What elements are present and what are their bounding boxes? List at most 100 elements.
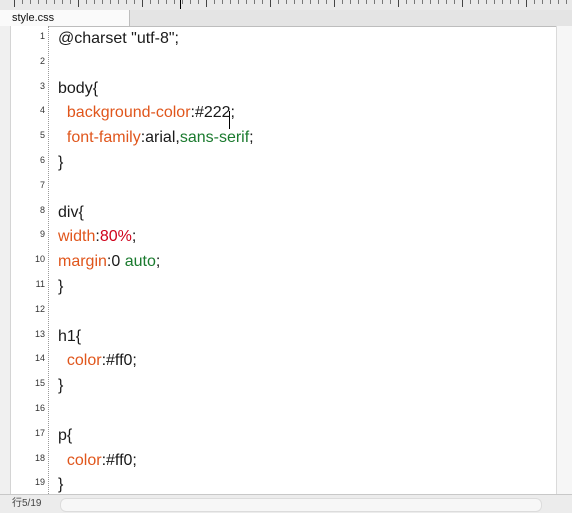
ruler-tick [246,0,247,4]
ruler-tick [142,0,143,7]
code-token: font-family [66,129,141,147]
line-number: 18 [34,452,45,463]
ruler-tick [294,0,295,4]
ruler-tick [70,0,71,4]
ruler-tick [238,0,239,4]
ruler-tick [350,0,351,4]
code-token: color [66,352,102,370]
ruler-tick [454,0,455,4]
line-number: 10 [34,254,45,265]
ruler-tick [318,0,319,4]
ruler-tick [534,0,535,4]
tab-style-css[interactable]: style.css [0,10,130,26]
code-token: auto [124,253,156,271]
code-token: } [58,377,64,395]
ruler-tick [214,0,215,4]
code-line: div{ [58,203,84,223]
ruler-tick [78,0,79,7]
ruler-tick [510,0,511,4]
status-bar: 行5/19 [0,494,572,513]
code-line: width:80%; [58,227,136,247]
ruler-tick [382,0,383,4]
code-token: ; [131,228,137,246]
ruler-tick [22,0,23,4]
ruler-tick [230,0,231,4]
code-token: body{ [58,79,99,97]
ruler-tick [398,0,399,7]
ruler-tick [190,0,191,4]
ruler-tick [14,0,15,7]
left-margin-strip [0,26,11,494]
code-token: ; [155,253,161,271]
ruler-tick [222,0,223,4]
ruler-tick [430,0,431,4]
line-number: 3 [39,80,45,91]
ruler-tick [166,0,167,4]
code-token: p{ [58,426,73,444]
code-token: margin [58,253,107,271]
code-line: } [58,475,63,495]
code-line: } [58,277,63,297]
ruler-tick [126,0,127,4]
ruler-tick [286,0,287,4]
ruler-tick [470,0,471,4]
line-number: 5 [39,130,45,141]
ruler-tick [526,0,527,7]
line-number: 4 [39,105,45,116]
code-line: font-family:arial,sans-serif; [58,128,254,148]
ruler-tick [134,0,135,4]
cursor-position: 行5/19 [12,498,42,509]
code-token: } [58,154,64,171]
code-token: :arial, [140,129,180,147]
ruler-tick [110,0,111,4]
line-number: 1 [39,31,45,41]
code-token: 80% [99,228,132,246]
ruler-tick [86,0,87,4]
code-token: } [58,278,64,295]
code-line: margin:0 auto; [58,252,160,272]
ruler-tick [54,0,55,4]
ruler-tick [38,0,39,4]
line-number-gutter: 1 2 3 4 5 6 7 8 9 10 11 12 13 14 15 16 17 18 19 [11,26,49,494]
ruler-tick [302,0,303,4]
line-number: 16 [34,403,45,413]
line-number: 17 [34,427,45,438]
line-number: 9 [39,229,45,240]
ruler-tick [30,0,31,4]
line-number: 19 [34,477,45,488]
code-line: p{ [58,426,72,446]
code-line: background-color:#222; [58,103,235,123]
ruler-tick [390,0,391,4]
ruler-tick [438,0,439,4]
line-number: 7 [39,179,45,190]
ruler-tick [254,0,255,4]
ruler-tick [342,0,343,4]
code-editor[interactable]: @charset "utf-8"; body{ background-color:… [49,26,549,494]
vertical-scrollbar[interactable] [556,26,572,494]
ruler-tick [270,0,271,7]
code-line: @charset "utf-8"; [58,29,179,49]
ruler-tick [310,0,311,4]
code-token: background-color [66,104,191,122]
ruler-tick [542,0,543,4]
ruler-caret-marker [180,0,181,9]
line-number: 11 [35,279,45,289]
ruler-tick [278,0,279,4]
line-number: 13 [34,328,45,339]
code-token: :#222; [190,104,235,122]
line-number: 12 [34,303,45,314]
ruler-tick [46,0,47,4]
horizontal-scrollbar[interactable] [60,498,542,512]
code-token: div{ [58,203,84,221]
ruler-tick [326,0,327,4]
ruler-tick [494,0,495,4]
code-token: sans-serif [179,129,250,147]
ruler-tick [462,0,463,7]
ruler-tick [486,0,487,4]
line-number: 14 [34,353,45,364]
ruler-tick [94,0,95,4]
code-line: } [58,376,63,396]
line-number: 8 [39,204,45,215]
